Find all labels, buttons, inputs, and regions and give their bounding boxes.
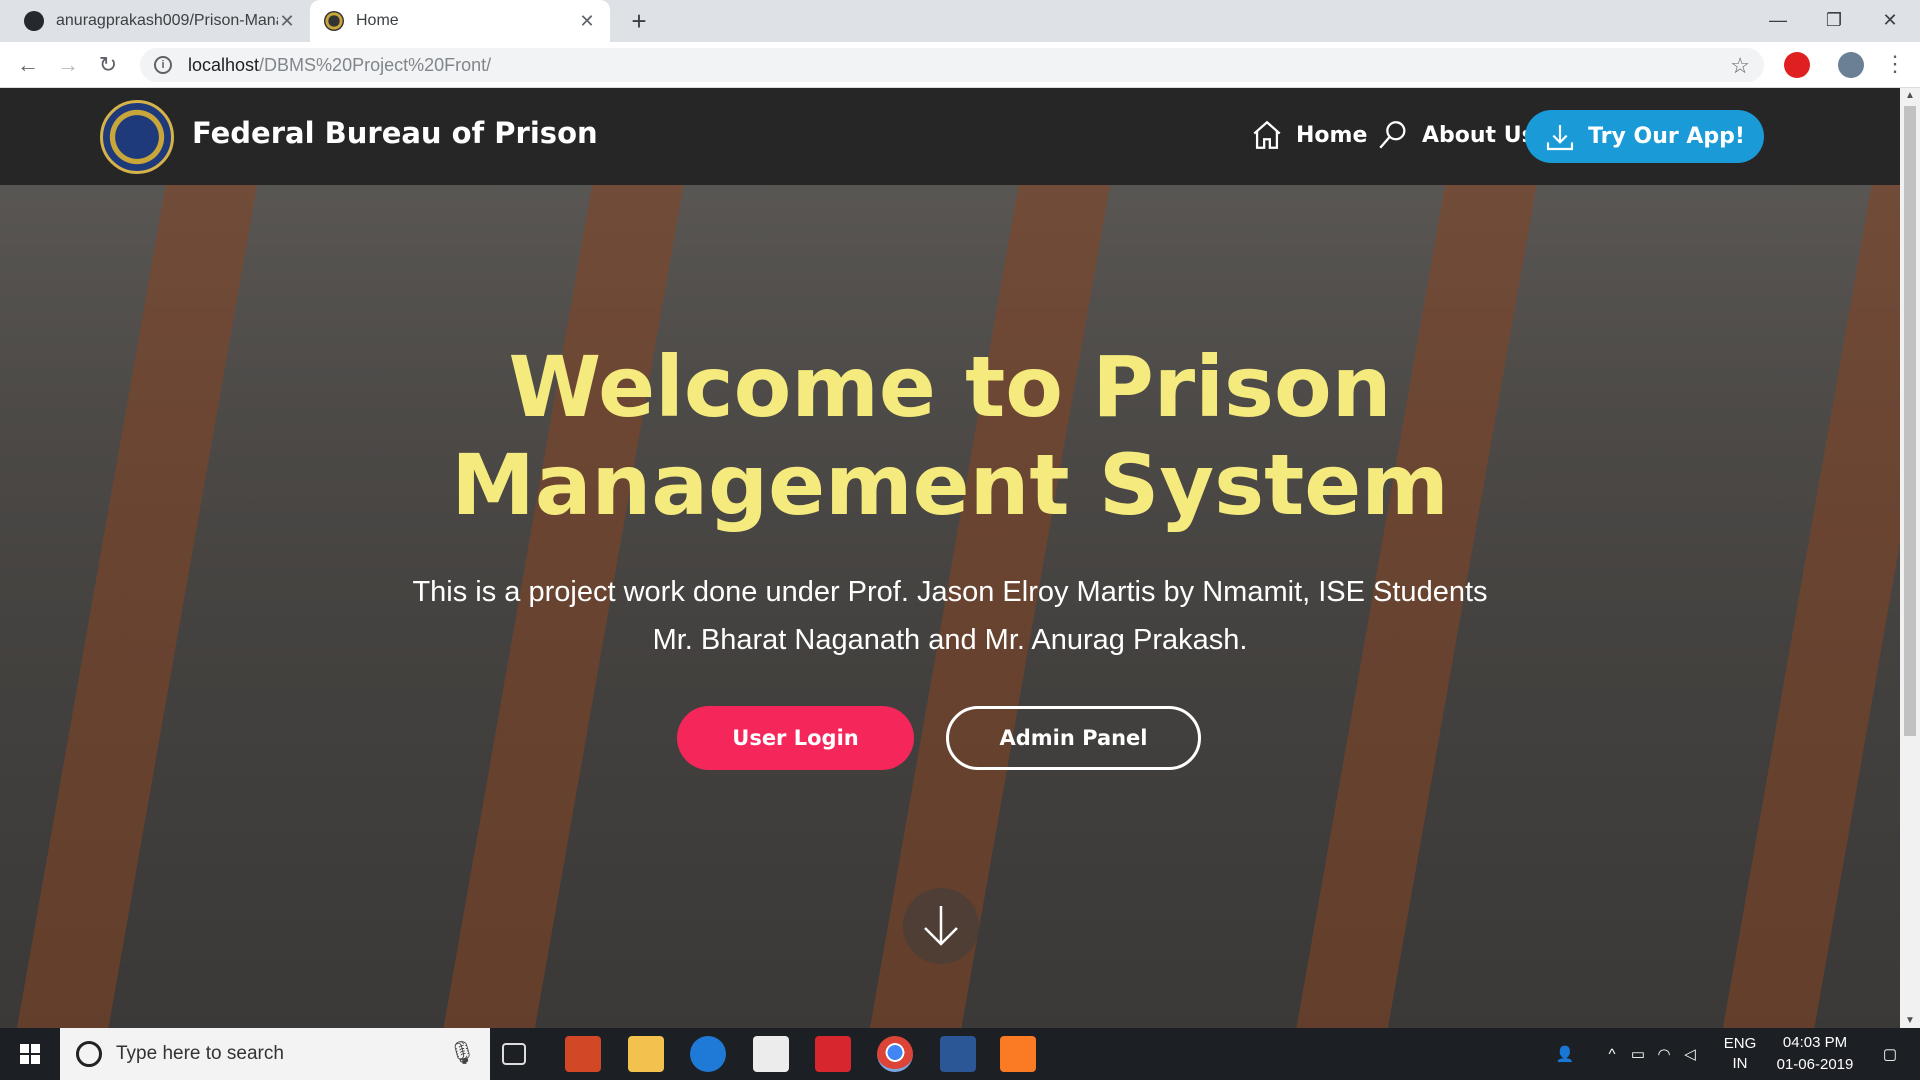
windows-logo-icon — [20, 1044, 40, 1064]
hero-subtitle: This is a project work done under Prof. … — [412, 576, 1488, 656]
tab-title: Home — [356, 12, 399, 29]
page-viewport: Federal Bureau of Prison Home About Us T… — [0, 88, 1900, 1028]
browser-tab-strip: anuragprakash009/Prison-Manag ✕ Home ✕ +… — [0, 0, 1920, 42]
nav-home[interactable]: Home — [1250, 110, 1367, 160]
tab-home[interactable]: Home ✕ — [310, 0, 610, 42]
browser-toolbar: ← → ↻ i localhost /DBMS%20Project%20Fron… — [0, 42, 1920, 88]
scroll-down-arrow-icon[interactable]: ▼ — [1900, 1015, 1920, 1026]
nav-about[interactable]: About Us — [1376, 110, 1535, 160]
menu-kebab-icon[interactable]: ⋮ — [1884, 52, 1906, 76]
tray-overflow-icon[interactable]: ^ — [1600, 1028, 1624, 1080]
store-icon[interactable] — [753, 1036, 789, 1072]
hero-headline: Welcome to Prison Management System — [300, 338, 1600, 534]
action-center-icon[interactable]: ▢ — [1866, 1028, 1914, 1080]
profile-avatar[interactable] — [1838, 52, 1864, 78]
search-icon — [1379, 121, 1406, 149]
bookmark-star-icon[interactable]: ☆ — [1730, 53, 1750, 79]
try-app-button[interactable]: Try Our App! — [1525, 110, 1764, 163]
powerpoint-app-icon[interactable] — [565, 1036, 601, 1072]
chrome-app-icon[interactable] — [877, 1036, 913, 1072]
close-window-button[interactable]: ✕ — [1862, 0, 1918, 42]
scroll-down-button[interactable] — [903, 888, 979, 964]
headline-line-1: Welcome to Prison — [508, 338, 1392, 436]
scrollbar-thumb[interactable] — [1904, 106, 1916, 736]
arrow-down-icon — [924, 906, 958, 946]
back-button[interactable]: ← — [12, 49, 44, 81]
word-app-icon[interactable] — [940, 1036, 976, 1072]
clock-date: 01-06-2019 — [1776, 1056, 1854, 1073]
people-icon[interactable]: 👤 — [1550, 1028, 1580, 1080]
brand-title[interactable]: Federal Bureau of Prison — [192, 116, 598, 150]
language-indicator[interactable]: ENG IN — [1716, 1028, 1764, 1080]
lang-region: IN — [1732, 1055, 1748, 1072]
extension-icon[interactable] — [1784, 52, 1810, 78]
edge-browser-icon[interactable] — [690, 1036, 726, 1072]
reader-app-icon[interactable] — [815, 1036, 851, 1072]
minimize-button[interactable]: — — [1750, 0, 1806, 42]
cortana-icon — [76, 1041, 102, 1067]
start-button[interactable] — [0, 1028, 60, 1080]
tab-title: anuragprakash009/Prison-Manag — [56, 12, 278, 29]
microphone-icon[interactable]: 🎙 — [448, 1040, 476, 1066]
clock[interactable]: 04:03 PM 01-06-2019 — [1770, 1028, 1860, 1080]
new-tab-button[interactable]: + — [624, 6, 654, 36]
wifi-icon[interactable]: ◠ — [1652, 1028, 1676, 1080]
nav-home-label: Home — [1296, 122, 1368, 148]
try-app-label: Try Our App! — [1588, 124, 1745, 149]
headline-line-2: Management System — [451, 436, 1449, 534]
maximize-button[interactable]: ❐ — [1806, 0, 1862, 42]
task-view-icon[interactable] — [502, 1043, 526, 1065]
xampp-app-icon[interactable] — [1000, 1036, 1036, 1072]
admin-panel-button[interactable]: Admin Panel — [946, 706, 1201, 770]
clock-time: 04:03 PM — [1782, 1034, 1848, 1051]
lang-code: ENG — [1723, 1035, 1757, 1052]
hero-section: Federal Bureau of Prison Home About Us T… — [0, 88, 1900, 1028]
download-icon — [1546, 124, 1574, 150]
site-navbar: Federal Bureau of Prison Home About Us T… — [0, 88, 1900, 185]
reload-button[interactable]: ↻ — [92, 49, 124, 81]
tab-github[interactable]: anuragprakash009/Prison-Manag ✕ — [10, 0, 310, 42]
github-icon — [24, 11, 44, 31]
close-tab-icon[interactable]: ✕ — [578, 11, 596, 32]
home-icon — [1253, 120, 1281, 149]
windows-taskbar: Type here to search 🎙 👤 ^ ▭ ◠ ◁ ENG IN 0… — [0, 1028, 1920, 1080]
site-favicon — [324, 11, 344, 31]
url-host: localhost — [188, 54, 260, 75]
page-scrollbar[interactable]: ▲ ▼ — [1900, 88, 1920, 1028]
close-tab-icon[interactable]: ✕ — [278, 11, 296, 32]
battery-icon[interactable]: ▭ — [1626, 1028, 1650, 1080]
info-icon[interactable]: i — [154, 56, 172, 74]
bureau-seal-logo[interactable] — [100, 100, 174, 174]
url-path: /DBMS%20Project%20Front/ — [259, 54, 492, 75]
user-login-button[interactable]: User Login — [677, 706, 914, 770]
address-bar[interactable]: i localhost /DBMS%20Project%20Front/ ☆ — [140, 48, 1764, 82]
taskbar-search-box[interactable]: Type here to search 🎙 — [60, 1028, 490, 1080]
scroll-up-arrow-icon[interactable]: ▲ — [1900, 90, 1920, 101]
nav-about-label: About Us — [1422, 122, 1535, 148]
search-placeholder: Type here to search — [116, 1043, 284, 1064]
volume-icon[interactable]: ◁ — [1678, 1028, 1702, 1080]
forward-button[interactable]: → — [52, 49, 84, 81]
file-explorer-icon[interactable] — [628, 1036, 664, 1072]
